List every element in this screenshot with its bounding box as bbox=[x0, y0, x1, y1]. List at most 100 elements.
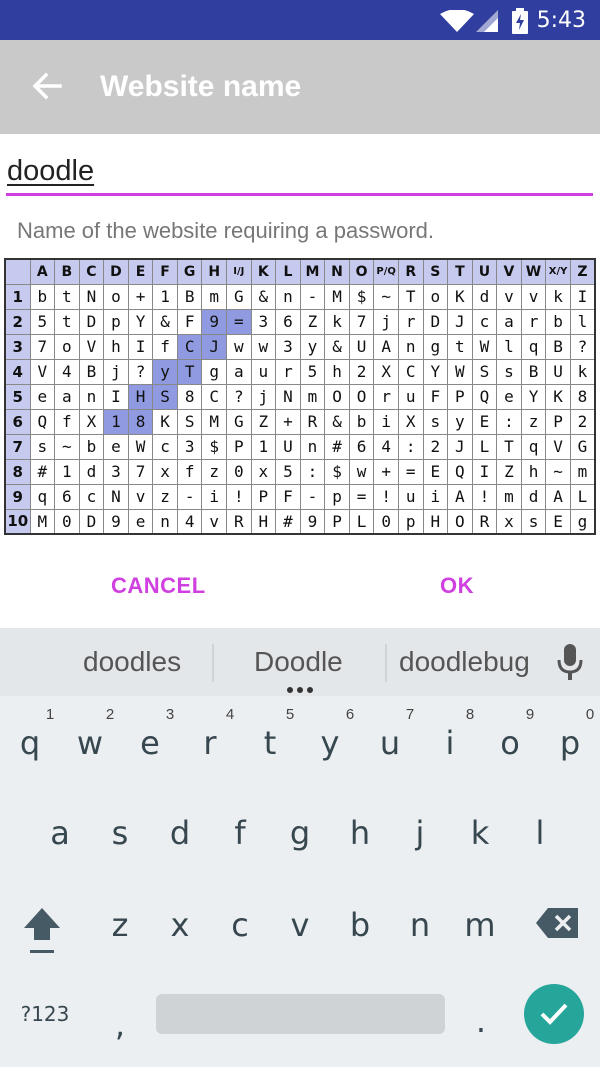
grid-cell: h bbox=[324, 358, 350, 385]
input-underline bbox=[6, 193, 593, 196]
grid-cell: z bbox=[520, 408, 547, 435]
grid-cell: p bbox=[397, 508, 424, 535]
grid-column-header: P/Q bbox=[373, 258, 399, 285]
grid-cell: Q bbox=[471, 383, 498, 410]
key-e[interactable]: e bbox=[120, 724, 180, 762]
key-z[interactable]: z bbox=[90, 906, 150, 944]
grid-cell: ! bbox=[373, 483, 399, 510]
grid-cell: I bbox=[103, 383, 129, 410]
grid-cell: R bbox=[299, 408, 326, 435]
grid-cell: V bbox=[78, 333, 105, 360]
grid-cell: 0 bbox=[373, 508, 399, 535]
grid-cell: 6 bbox=[54, 483, 80, 510]
microphone-icon[interactable] bbox=[557, 644, 583, 680]
cancel-button[interactable]: CANCEL bbox=[111, 573, 206, 599]
key-j[interactable]: j bbox=[390, 814, 450, 852]
key-c[interactable]: c bbox=[210, 906, 270, 944]
key-hint: 1 bbox=[45, 706, 55, 723]
suggestion-3[interactable]: doodlebug bbox=[399, 646, 530, 678]
more-suggestions-icon[interactable] bbox=[286, 686, 314, 694]
grid-cell: q bbox=[29, 483, 56, 510]
grid-cell: # bbox=[275, 508, 301, 535]
key-i[interactable]: i bbox=[420, 724, 480, 762]
grid-column-header: L bbox=[275, 258, 301, 285]
key-g[interactable]: g bbox=[270, 814, 330, 852]
grid-column-header: R bbox=[397, 258, 424, 285]
grid-cell: d bbox=[78, 458, 105, 485]
key-r[interactable]: r bbox=[180, 724, 240, 762]
key-d[interactable]: d bbox=[150, 814, 210, 852]
key-a[interactable]: a bbox=[30, 814, 90, 852]
grid-cell: a bbox=[226, 358, 252, 385]
grid-cell: Y bbox=[520, 383, 547, 410]
grid-row-header: 7 bbox=[4, 433, 31, 460]
website-name-value[interactable]: doodle bbox=[7, 155, 94, 188]
grid-cell: P bbox=[324, 508, 350, 535]
key-w[interactable]: w bbox=[60, 724, 120, 762]
key-n[interactable]: n bbox=[390, 906, 450, 944]
helper-text: Name of the website requiring a password… bbox=[17, 218, 434, 243]
grid-cell: c bbox=[78, 483, 105, 510]
grid-cell: - bbox=[299, 483, 326, 510]
grid-cell: P bbox=[545, 408, 571, 435]
grid-cell: 5 bbox=[29, 308, 56, 335]
grid-cell: f bbox=[54, 408, 80, 435]
grid-cell: 2 bbox=[348, 358, 375, 385]
grid-cell: 7 bbox=[127, 458, 154, 485]
grid-cell: e bbox=[127, 508, 154, 535]
grid-cell: W bbox=[127, 433, 154, 460]
backspace-icon[interactable] bbox=[536, 908, 578, 938]
symbols-key[interactable]: ?123 bbox=[15, 1002, 75, 1026]
grid-cell: 1 bbox=[250, 433, 277, 460]
shift-icon[interactable] bbox=[22, 906, 62, 956]
grid-cell: + bbox=[373, 458, 399, 485]
key-b[interactable]: b bbox=[330, 906, 390, 944]
website-name-field[interactable]: doodle bbox=[0, 134, 600, 209]
grid-cell: h bbox=[103, 333, 129, 360]
suggestion-2[interactable]: Doodle bbox=[254, 646, 343, 678]
grid-cell: P bbox=[226, 433, 252, 460]
key-x[interactable]: x bbox=[150, 906, 210, 944]
grid-cell: 2 bbox=[569, 408, 596, 435]
space-bar[interactable] bbox=[156, 994, 445, 1034]
grid-cell: 9 bbox=[201, 308, 227, 335]
grid-cell: j bbox=[373, 308, 399, 335]
grid-cell: L bbox=[348, 508, 375, 535]
period-key[interactable]: . bbox=[451, 1002, 511, 1040]
key-l[interactable]: l bbox=[510, 814, 570, 852]
key-v[interactable]: v bbox=[270, 906, 330, 944]
grid-cell: e bbox=[103, 433, 129, 460]
comma-key[interactable]: , bbox=[90, 1006, 150, 1044]
back-arrow-icon[interactable] bbox=[28, 66, 68, 106]
key-k[interactable]: k bbox=[450, 814, 510, 852]
grid-cell: s bbox=[520, 508, 547, 535]
key-m[interactable]: m bbox=[450, 906, 510, 944]
grid-cell: b bbox=[29, 283, 56, 310]
grid-cell: + bbox=[127, 283, 154, 310]
toolbar: Website name bbox=[0, 40, 600, 134]
key-h[interactable]: h bbox=[330, 814, 390, 852]
grid-cell: r bbox=[373, 383, 399, 410]
key-t[interactable]: t bbox=[240, 724, 300, 762]
grid-cell: w bbox=[348, 458, 375, 485]
ok-button[interactable]: OK bbox=[440, 573, 474, 599]
key-y[interactable]: y bbox=[300, 724, 360, 762]
key-q[interactable]: q bbox=[0, 724, 60, 762]
enter-key[interactable] bbox=[524, 984, 584, 1044]
grid-cell: = bbox=[348, 483, 375, 510]
suggestion-1[interactable]: doodles bbox=[83, 646, 181, 678]
grid-row: 6 Qf X 1 8 K S M G Z + R & b i Xs y E: z P 2 bbox=[4, 408, 596, 435]
grid-cell: p bbox=[103, 308, 129, 335]
grid-cell: v bbox=[496, 283, 522, 310]
grid-cell: 3 bbox=[275, 333, 301, 360]
key-p[interactable]: p bbox=[540, 724, 600, 762]
key-f[interactable]: f bbox=[210, 814, 270, 852]
grid-column-header: T bbox=[447, 258, 473, 285]
grid-cell: X bbox=[397, 408, 424, 435]
key-s[interactable]: s bbox=[90, 814, 150, 852]
key-u[interactable]: u bbox=[360, 724, 420, 762]
grid-cell: ~ bbox=[54, 433, 80, 460]
key-o[interactable]: o bbox=[480, 724, 540, 762]
grid-cell: w bbox=[226, 333, 252, 360]
grid-cell: f bbox=[176, 458, 203, 485]
